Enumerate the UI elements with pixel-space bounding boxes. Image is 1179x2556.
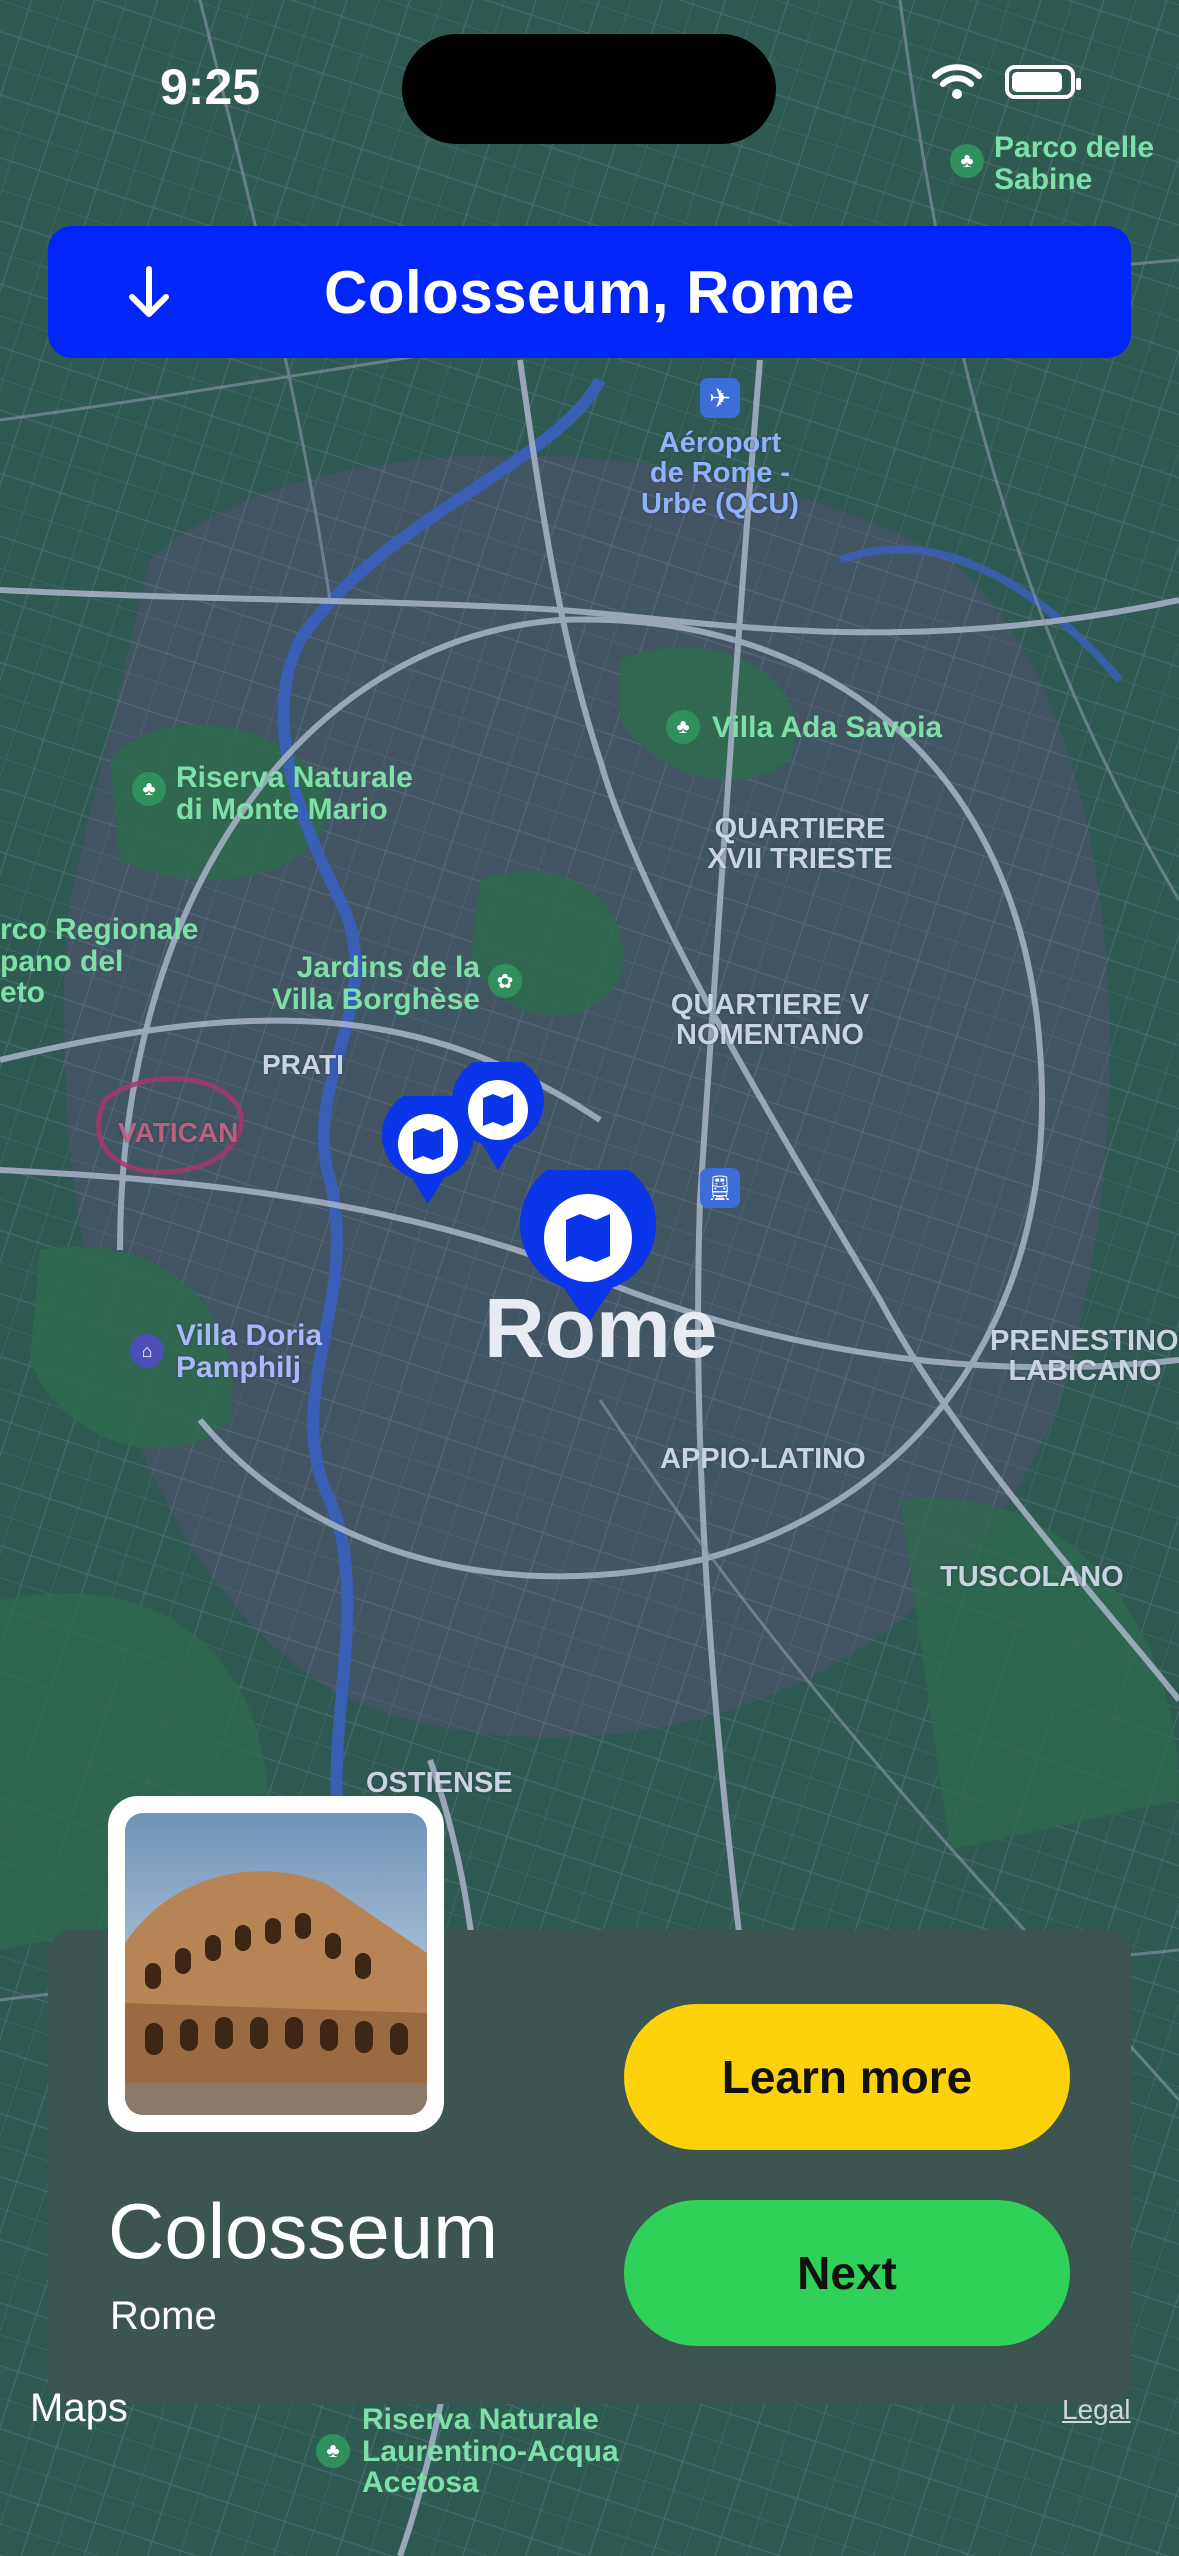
map-pin-small-2[interactable] bbox=[448, 1062, 548, 1172]
label-prenestino: PRENESTINO- LABICANO bbox=[990, 1325, 1179, 1388]
label-trieste: QUARTIERE XVII TRIESTE bbox=[707, 813, 893, 876]
label-parco-regionale: rco Regionale pano del eto bbox=[0, 913, 199, 1009]
label-ostiense: OSTIENSE bbox=[366, 1767, 513, 1799]
label-tuscolano: TUSCOLANO bbox=[940, 1561, 1124, 1593]
label-monte-mario: Riserva Naturale di Monte Mario bbox=[176, 761, 413, 826]
museum-icon: ⌂ bbox=[130, 1334, 164, 1368]
maps-attribution[interactable]: Maps bbox=[30, 2386, 128, 2431]
location-header[interactable]: Colosseum, Rome bbox=[48, 226, 1131, 358]
park-icon: ♣ bbox=[132, 772, 166, 806]
status-time: 9:25 bbox=[160, 59, 261, 115]
park-icon: ♣ bbox=[950, 144, 984, 178]
maps-logo-text: Maps bbox=[30, 2386, 128, 2430]
next-button[interactable]: Next bbox=[624, 2200, 1070, 2346]
airport-icon[interactable]: ✈ bbox=[700, 378, 740, 418]
park-icon: ♣ bbox=[316, 2434, 350, 2468]
place-thumbnail[interactable] bbox=[108, 1796, 444, 2132]
label-aeroport: Aéroport de Rome - Urbe (QCU) bbox=[641, 427, 799, 520]
wifi-icon bbox=[932, 64, 982, 99]
label-villa-doria: Villa Doria Pamphilj bbox=[176, 1319, 323, 1384]
train-station-icon[interactable]: 🚆︎ bbox=[700, 1168, 740, 1208]
place-name: Colosseum bbox=[108, 2187, 499, 2275]
garden-icon: ✿ bbox=[488, 964, 522, 998]
label-laurentino: Riserva Naturale Laurentino-Acqua Acetos… bbox=[362, 2403, 619, 2499]
label-vatican: VATICAN bbox=[118, 1117, 239, 1148]
label-parco-sabine: Parco delle Sabine bbox=[994, 131, 1155, 196]
dynamic-island bbox=[402, 34, 776, 144]
learn-more-button[interactable]: Learn more bbox=[624, 2004, 1070, 2150]
arrow-down-button[interactable] bbox=[126, 226, 172, 358]
place-city: Rome bbox=[110, 2294, 217, 2338]
label-nomentano: QUARTIERE V NOMENTANO bbox=[670, 989, 870, 1052]
label-prati: PRATI bbox=[262, 1049, 344, 1080]
legal-link[interactable]: Legal bbox=[1062, 2394, 1131, 2426]
status-icons bbox=[931, 62, 1081, 102]
city-label: Rome bbox=[484, 1281, 718, 1375]
label-villa-ada: Villa Ada Savoia bbox=[712, 711, 943, 744]
colosseum-image bbox=[125, 1813, 427, 2115]
label-appio: APPIO-LATINO bbox=[660, 1443, 866, 1475]
park-icon: ♣ bbox=[666, 710, 700, 744]
battery-icon bbox=[1005, 65, 1081, 99]
label-jardins: Jardins de la Villa Borghèse bbox=[272, 951, 480, 1016]
arrow-down-icon bbox=[129, 266, 169, 317]
header-title: Colosseum, Rome bbox=[324, 258, 855, 326]
